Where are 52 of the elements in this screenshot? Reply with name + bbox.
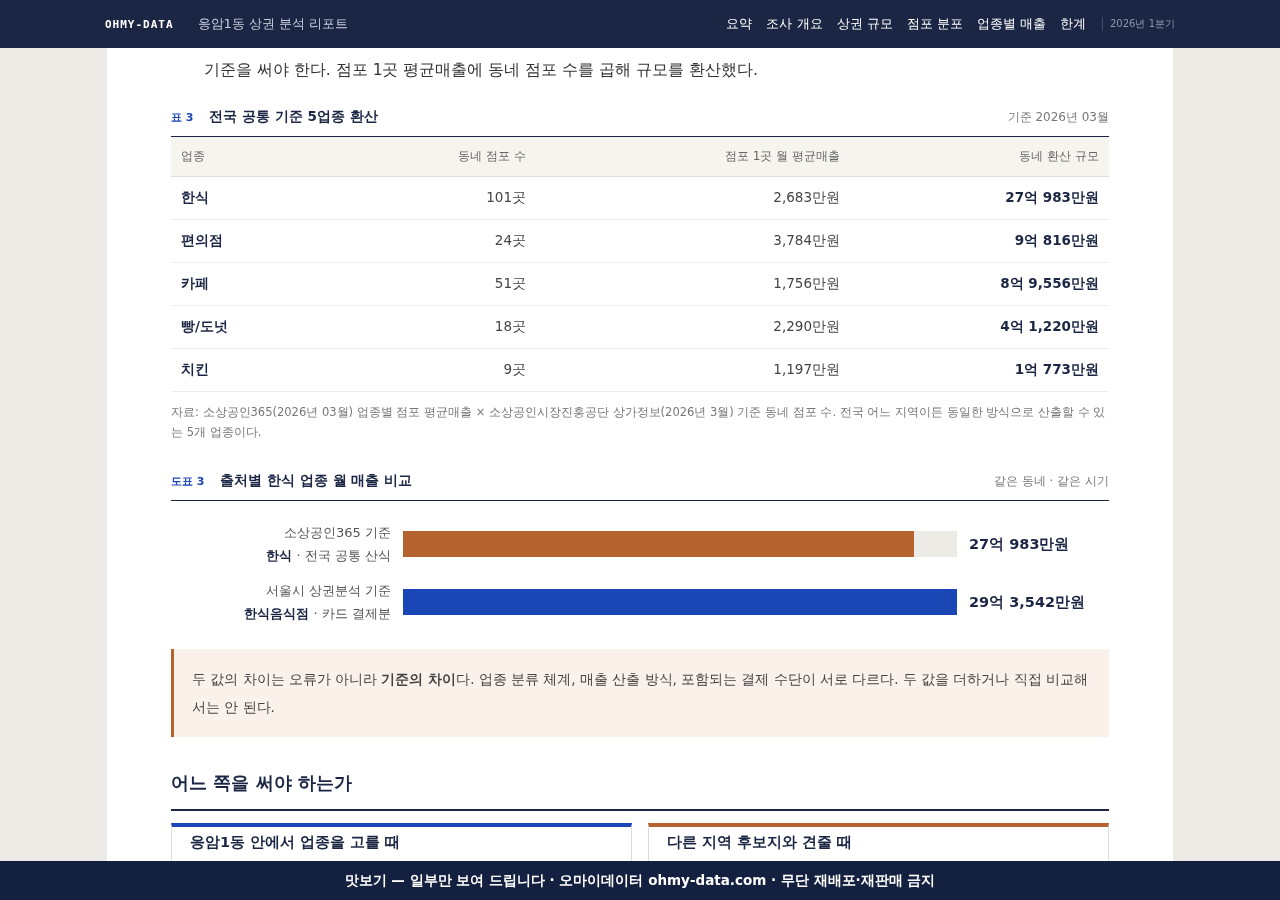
- table-cell-text: 51곳: [493, 275, 527, 293]
- period-label: 2026년 1분기: [1102, 17, 1175, 31]
- table-cell-text: 편의점: [180, 232, 224, 250]
- table-cell-text: 1,197만원: [772, 361, 841, 379]
- figure-meta: 같은 동네 · 같은 시기: [993, 473, 1109, 490]
- callout-note: 두 값의 차이는 오류가 아니라 기준의 차이다. 업종 분류 체계, 매출 산출 방식, 포함되는 결제 수단이 서로 다르다. 두 값을 더하거나 직접 비교해서는 안 된다.: [171, 649, 1109, 737]
- table-cell-text: 카페: [180, 275, 210, 293]
- table-cell-text: 4억 1,220만원: [999, 318, 1100, 336]
- banner-text: 맛보기 — 일부만 보여 드립니다 · 오마이데이터 ohmy-data.com · 무단 재배포·재판매 금지: [344, 871, 936, 890]
- figure-label: 도표 3: [171, 474, 205, 489]
- table-cell-text: 2,290만원: [772, 318, 841, 336]
- source-label: 서울시 상권분석 기준: [264, 582, 391, 600]
- table-cell-text: 1억 773만원: [1013, 361, 1100, 379]
- table-cell-text: 2,683만원: [772, 189, 841, 207]
- nav-link[interactable]: 점포 분포: [906, 15, 963, 33]
- figure-title: 출처별 한식 업종 월 매출 비교: [220, 472, 412, 490]
- brand-logo[interactable]: OHMY-DATA: [105, 17, 174, 31]
- table-cell-text: 치킨: [180, 361, 210, 379]
- column-header: 동네 환산 규모: [1018, 148, 1100, 165]
- column-header: 동네 점포 수: [457, 148, 527, 165]
- nav-link[interactable]: 요약: [726, 15, 753, 33]
- table-cell-text: 24곳: [493, 232, 527, 250]
- table-cell-text: 3,784만원: [772, 232, 841, 250]
- category-label: 한식 · 전국 공통 산식: [265, 547, 391, 565]
- card-title: 다른 지역 후보지와 견줄 때: [667, 834, 853, 850]
- table-cell-text: 27억 983만원: [1004, 189, 1100, 207]
- source-label: 소상공인365 기준: [283, 524, 391, 542]
- table-cell-text: 8억 9,556만원: [999, 275, 1100, 293]
- table-meta: 기준 2026년 03월: [1007, 109, 1109, 126]
- category-label: 한식음식점 · 카드 결제분: [243, 605, 391, 623]
- bar-value: 27억 983만원: [969, 534, 1070, 554]
- table-cell-text: 9억 816만원: [1013, 232, 1100, 250]
- source-note: 자료: 소상공인365(2026년 03월) 업종별 점포 평균매출 × 소상공인시장진흥공단 상가정보(2026년 3월) 기준 동네 점포 수. 전국 어느 지역이든 동일한 방식으로 산출할 수 있는 5개 업종이다.: [171, 404, 1107, 441]
- table-label: 표 3: [171, 110, 194, 125]
- nav-link[interactable]: 한계: [1060, 15, 1086, 33]
- table-cell-text: 1,756만원: [772, 275, 841, 293]
- nav-link[interactable]: 상권 규모: [836, 15, 893, 33]
- intro-paragraph: 기준을 써야 한다. 점포 1곳 평균매출에 동네 점포 수를 곱해 규모를 환산했다.: [204, 60, 759, 81]
- nav-link[interactable]: 조사 개요: [766, 15, 823, 33]
- table-cell-text: 101곳: [485, 189, 527, 207]
- table-cell-text: 9곳: [502, 361, 527, 379]
- nav-link[interactable]: 업종별 매출: [976, 15, 1046, 33]
- bar-value: 29억 3,542만원: [969, 592, 1086, 612]
- column-header: 업종: [180, 148, 206, 165]
- column-header: 점포 1곳 월 평균매출: [723, 148, 841, 165]
- card-title: 응암1동 안에서 업종을 고를 때: [190, 834, 401, 850]
- report-title: 응암1동 상권 분석 리포트: [197, 15, 349, 33]
- table-title: 전국 공통 기준 5업종 환산: [209, 108, 378, 126]
- table-cell-text: 빵/도넛: [180, 318, 229, 336]
- section-heading: 어느 쪽을 써야 하는가: [171, 771, 1109, 811]
- table-cell-text: 한식: [180, 189, 210, 207]
- table-cell-text: 18곳: [493, 318, 527, 336]
